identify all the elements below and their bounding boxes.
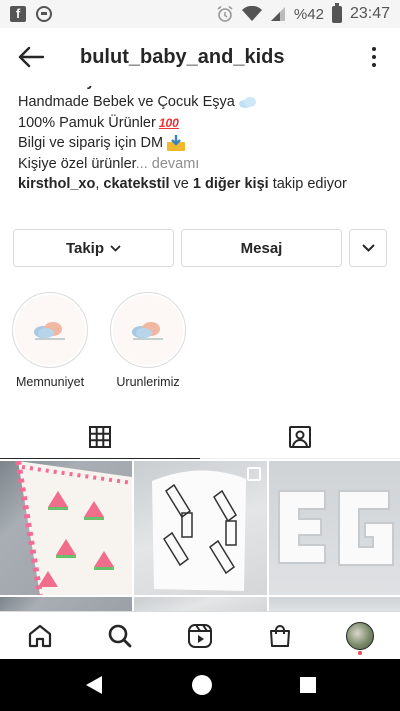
back-button[interactable] (18, 43, 46, 71)
nav-search[interactable] (100, 616, 140, 656)
posts-grid (0, 461, 400, 611)
wifi-icon (241, 6, 262, 21)
highlight-ring (12, 292, 88, 368)
bio-line-1: Handmade Bebek ve Çocuk Eşya (18, 92, 388, 113)
post-thumbnail[interactable] (0, 597, 132, 611)
status-bar: f %42 23:47 (0, 0, 400, 28)
highlight-cover (113, 295, 183, 365)
page-title: bulut_baby_and_kids (80, 45, 285, 68)
highlight-label: Memnuniyet (15, 375, 85, 389)
system-back-icon[interactable] (83, 674, 105, 696)
notification-dot (358, 650, 362, 655)
battery-icon (331, 2, 342, 23)
post-thumbnail-watermelon-blanket[interactable] (0, 461, 132, 595)
profile-avatar (346, 621, 374, 650)
post-image (278, 490, 394, 566)
highlight-ring (110, 292, 186, 368)
more-link[interactable]: ... devamı (136, 156, 200, 172)
system-recents-icon[interactable] (299, 676, 317, 694)
post-thumbnail-letter-pillows[interactable] (269, 461, 400, 595)
highlight-urunlerimiz[interactable]: Urunlerimiz (110, 292, 186, 389)
system-navigation-bar (0, 659, 400, 711)
dot (372, 55, 376, 59)
shop-icon (270, 624, 290, 647)
post-thumbnail[interactable] (134, 597, 267, 611)
post-thumbnail-bottle-pattern[interactable] (134, 461, 267, 595)
nav-shop[interactable] (260, 616, 300, 656)
cloud-emoji-icon (238, 97, 256, 109)
system-home-icon[interactable] (191, 674, 213, 696)
home-icon (28, 624, 52, 647)
post-image (152, 470, 246, 591)
post-thumbnail[interactable] (269, 597, 400, 611)
chevron-down-icon (110, 244, 121, 252)
grid-icon (89, 425, 111, 448)
suggested-accounts-button[interactable] (349, 229, 387, 267)
back-arrow-icon (18, 46, 44, 68)
dot (372, 63, 376, 67)
profile-actions: Takip Mesaj (13, 229, 387, 267)
bio-line-4: Kişiye özel ürünler... devamı (18, 155, 200, 172)
highlight-cover (15, 295, 85, 365)
story-highlights: Memnuniyet Urunlerimiz (12, 292, 186, 389)
hundred-points-emoji-icon: 100 (158, 115, 179, 130)
highlight-label: Urunlerimiz (116, 375, 180, 389)
alarm-icon (217, 5, 233, 22)
reels-icon (188, 623, 212, 648)
profile-bio: Bulut Baby & Kids Handmade Bebek ve Çocu… (18, 80, 388, 195)
cloud-logo-icon (132, 322, 163, 340)
nav-reels[interactable] (180, 616, 220, 656)
signal-icon (270, 7, 285, 21)
cloud-logo-icon (34, 322, 65, 340)
bio-line-2: 100% Pamuk Ürünler 100 (18, 113, 388, 134)
post-image (15, 461, 132, 595)
bottom-navigation (0, 611, 400, 659)
nav-profile[interactable] (340, 616, 380, 656)
carousel-icon (247, 467, 261, 481)
profile-header: bulut_baby_and_kids (0, 28, 400, 86)
options-menu-button[interactable] (366, 45, 382, 69)
tab-tagged[interactable] (200, 415, 400, 459)
bio-line-3: Bilgi ve sipariş için DM (18, 133, 388, 154)
search-icon (108, 624, 132, 647)
message-button[interactable]: Mesaj (181, 229, 342, 267)
tagged-icon (289, 425, 311, 448)
battery-level: %42 (293, 5, 324, 23)
tab-posts-grid[interactable] (0, 415, 200, 459)
followed-by[interactable]: kirsthol_xo, ckatekstil ve 1 diğer kişi … (18, 174, 388, 195)
messenger-icon (36, 6, 52, 22)
chevron-down-icon (361, 244, 375, 252)
dot (372, 47, 376, 51)
profile-tabs (0, 415, 400, 459)
clock: 23:47 (349, 5, 390, 22)
facebook-icon: f (10, 6, 26, 22)
follow-button[interactable]: Takip (13, 229, 174, 267)
highlight-memnuniyet[interactable]: Memnuniyet (12, 292, 88, 389)
nav-home[interactable] (20, 616, 60, 656)
inbox-tray-emoji-icon (167, 135, 186, 152)
